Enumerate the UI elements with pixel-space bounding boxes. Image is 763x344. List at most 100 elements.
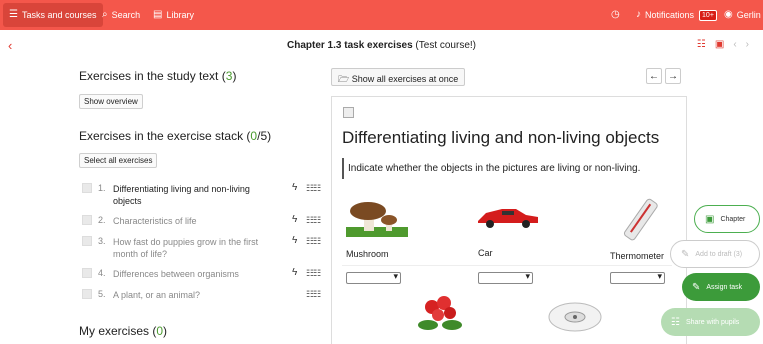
group-icon: ☷☷ (306, 268, 321, 278)
exercise-stack-done: 0 (250, 129, 258, 143)
object-label: Thermometer (610, 251, 665, 261)
divider (342, 265, 672, 266)
exercise-label: A plant, or an animal? (113, 290, 201, 300)
object-label: Car (478, 248, 493, 258)
study-text-heading: Exercises in the study text (3) (79, 69, 237, 83)
exercise-instruction: Indicate whether the objects in the pict… (342, 158, 644, 179)
living-select-thermometer[interactable] (610, 271, 665, 284)
study-text-heading-label: Exercises in the study text (79, 69, 219, 83)
select-all-exercises-button[interactable]: Select all exercises (79, 153, 158, 168)
smoke-detector-image (548, 302, 602, 332)
add-to-draft-button[interactable]: ✎ Add to draft (3) (670, 240, 760, 268)
page-header: ‹ Chapter 1.3 task exercises (Test cours… (0, 30, 763, 62)
car-image (478, 209, 538, 228)
lightning-icon: ϟ (292, 182, 298, 193)
user-icon: ◉ (724, 9, 733, 20)
study-text-count: 3 (225, 69, 233, 83)
mushroom-image (346, 202, 408, 237)
group-icon: ☷☷ (306, 289, 321, 299)
exercise-label: Differences between organisms (113, 269, 239, 279)
show-overview-button[interactable]: Show overview (79, 94, 143, 109)
top-navigation-bar: ☰ Tasks and courses ⌕ Search ▤ Library ◷… (0, 0, 763, 30)
exercise-label: How fast do puppies grow in the first mo… (113, 237, 259, 259)
group-icon: ☷☷ (306, 236, 321, 246)
tasks-courses-tab[interactable]: ☰ Tasks and courses (3, 3, 103, 27)
exercise-list-item[interactable]: 3. How fast do puppies grow in the first… (79, 235, 334, 259)
exercise-checkbox[interactable] (82, 183, 92, 193)
search-tab[interactable]: ⌕ Search (96, 3, 146, 27)
clock-button[interactable]: ◷ (605, 3, 626, 27)
flower-image (418, 296, 462, 330)
lightning-icon: ϟ (292, 235, 298, 246)
bell-icon: ♪ (636, 9, 641, 20)
document-icon[interactable]: ▣ (715, 39, 724, 50)
chapter-button[interactable]: ▣ Chapter (694, 205, 760, 233)
search-label: Search (111, 10, 141, 20)
living-select-car[interactable] (478, 271, 533, 284)
assign-task-label: Assign task (706, 283, 743, 291)
exercise-list-item[interactable]: 1. Differentiating living and non-living… (79, 182, 334, 206)
share-icon: ☷ (671, 316, 680, 328)
exercise-label: Differentiating living and non-living ob… (113, 184, 250, 206)
pencil-icon: ✎ (692, 281, 701, 293)
folder-icon: 🗁 (338, 74, 350, 84)
show-all-exercises-button[interactable]: 🗁 Show all exercises at once (331, 68, 466, 86)
exercise-stack-heading-label: Exercises in the exercise stack (79, 129, 244, 143)
list-view-icon[interactable]: ☷ (697, 39, 706, 50)
lightning-icon: ϟ (292, 267, 298, 278)
library-label: Library (166, 10, 194, 20)
book-icon: ▤ (153, 9, 163, 20)
notifications-label: Notifications (645, 10, 695, 20)
notifications-button[interactable]: ♪ Notifications 10+ (630, 3, 723, 27)
user-menu[interactable]: ◉ Gerlin (718, 3, 763, 27)
pencil-icon: ✎ (681, 248, 690, 260)
lightning-icon: ϟ (292, 214, 298, 225)
exercise-list-item[interactable]: 4. Differences between organisms ϟ ☷☷ (79, 267, 334, 281)
my-exercises-heading: My exercises (0) (79, 324, 168, 338)
exercise-number: 3. (98, 236, 106, 246)
exercise-panel: Differentiating living and non-living ob… (331, 96, 687, 344)
notifications-count-badge: 10+ (699, 9, 717, 21)
exercise-title: Differentiating living and non-living ob… (342, 128, 660, 147)
exercise-label: Characteristics of life (113, 216, 197, 226)
thermometer-image (623, 198, 658, 241)
assign-task-button[interactable]: ✎ Assign task (682, 273, 760, 301)
chapter-label: Chapter (720, 215, 746, 223)
exercise-checkbox[interactable] (82, 289, 92, 299)
exercise-stack-total: 5 (260, 129, 268, 143)
chapter-icon: ▣ (705, 213, 715, 225)
exercise-select-checkbox[interactable] (343, 107, 354, 118)
clock-icon: ◷ (611, 9, 620, 20)
group-icon: ☷☷ (306, 215, 321, 225)
next-chapter-icon[interactable]: › (746, 39, 749, 50)
my-exercises-count: 0 (156, 324, 164, 338)
exercise-list-item[interactable]: 2. Characteristics of life ϟ ☷☷ (79, 214, 334, 228)
exercise-checkbox[interactable] (82, 268, 92, 278)
search-icon: ⌕ (102, 9, 108, 20)
tasks-courses-label: Tasks and courses (21, 10, 97, 20)
user-name: Gerlin (736, 10, 761, 20)
page-title-sub: (Test course!) (415, 40, 476, 51)
exercise-number: 1. (98, 183, 106, 193)
prev-exercise-button[interactable]: ← (646, 68, 662, 84)
exercise-list-item[interactable]: 5. A plant, or an animal? ☷☷ (79, 288, 334, 302)
group-icon: ☷☷ (306, 183, 321, 193)
next-exercise-button[interactable]: → (665, 68, 681, 84)
exercise-number: 5. (98, 289, 106, 299)
living-select-mushroom[interactable] (346, 271, 401, 284)
exercise-checkbox[interactable] (82, 215, 92, 225)
list-icon: ☰ (9, 9, 18, 20)
share-label: Share with pupils (685, 318, 740, 326)
exercise-number: 2. (98, 215, 106, 225)
show-all-label: Show all exercises at once (351, 74, 459, 84)
library-tab[interactable]: ▤ Library (147, 3, 200, 27)
add-to-draft-label: Add to draft (3) (695, 250, 743, 258)
my-exercises-heading-label: My exercises (79, 324, 150, 338)
prev-chapter-icon[interactable]: ‹ (733, 39, 736, 50)
exercise-stack-heading: Exercises in the exercise stack (0/5) (79, 129, 272, 143)
share-with-pupils-button[interactable]: ☷ Share with pupils (661, 308, 760, 336)
object-label: Mushroom (346, 249, 389, 259)
exercise-number: 4. (98, 268, 106, 278)
exercise-checkbox[interactable] (82, 236, 92, 246)
page-title-main: Chapter 1.3 task exercises (287, 40, 413, 51)
